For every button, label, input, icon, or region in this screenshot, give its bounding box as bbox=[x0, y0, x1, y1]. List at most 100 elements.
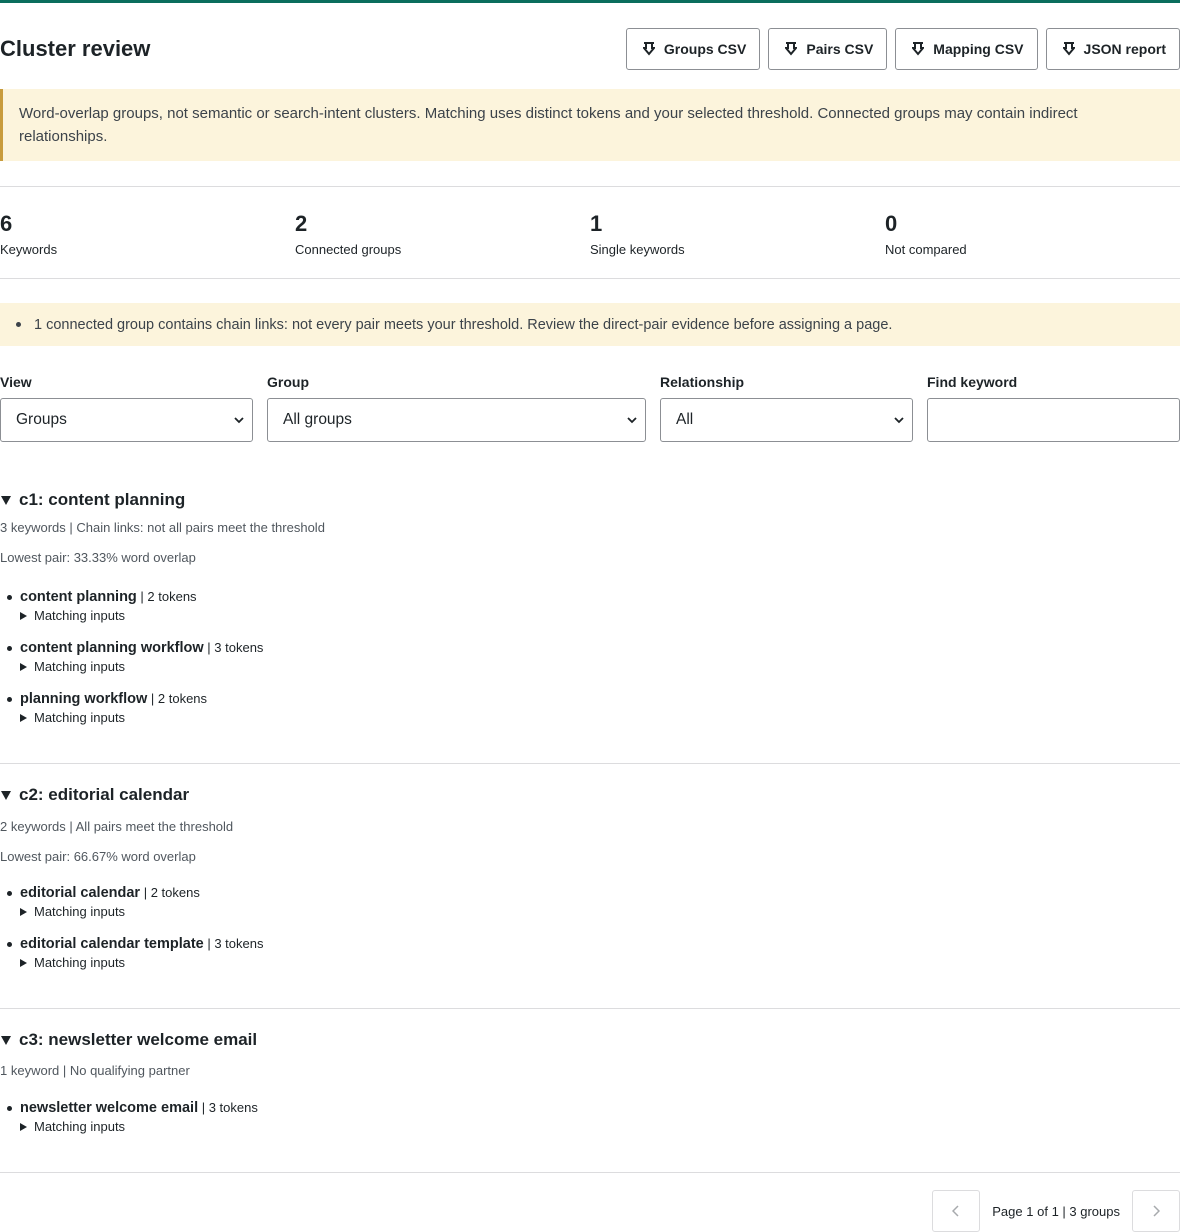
matching-inputs-label: Matching inputs bbox=[34, 710, 126, 725]
keyword-name: planning workflow bbox=[20, 691, 148, 707]
keyword-tokens: 2 tokens bbox=[147, 589, 197, 604]
filter-group: Group All groups bbox=[267, 374, 646, 442]
matching-inputs-label: Matching inputs bbox=[34, 904, 126, 919]
group-label: Group bbox=[267, 374, 309, 390]
filter-relationship: Relationship All bbox=[660, 374, 913, 442]
download-icon bbox=[912, 42, 925, 56]
group-c1: c1: content planning 3 keywords | Chain … bbox=[0, 490, 1180, 750]
group-c3: c3: newsletter welcome email 1 keyword |… bbox=[0, 1030, 1180, 1160]
find-keyword-input[interactable] bbox=[927, 398, 1180, 442]
list-item: newsletter welcome email | 3 tokens Matc… bbox=[0, 1099, 1180, 1150]
group-toggle[interactable]: c1: content planning bbox=[0, 490, 1180, 510]
json-report-label: JSON report bbox=[1083, 41, 1166, 57]
stat-value: 2 bbox=[295, 211, 308, 236]
keyword-name: content planning bbox=[20, 589, 137, 605]
keyword-list: newsletter welcome email | 3 tokens Matc… bbox=[0, 1099, 1180, 1150]
group-title: c2: editorial calendar bbox=[19, 785, 190, 804]
filter-bar: View Groups Group All groups Relationshi… bbox=[0, 374, 1180, 444]
group-select[interactable]: All groups bbox=[267, 398, 646, 442]
next-page-button[interactable] bbox=[1132, 1190, 1180, 1232]
stat-value: 1 bbox=[590, 211, 603, 236]
view-label: View bbox=[0, 374, 32, 390]
json-report-button[interactable]: JSON report bbox=[1045, 28, 1180, 70]
separator: | bbox=[198, 1100, 209, 1115]
stat-label: Connected groups bbox=[295, 242, 402, 257]
page-header: Cluster review Groups CSV Pairs CSV Mapp… bbox=[0, 27, 1180, 71]
mapping-csv-label: Mapping CSV bbox=[933, 41, 1024, 57]
keyword-list: editorial calendar | 2 tokens Matching i… bbox=[0, 884, 1180, 986]
matching-inputs-label: Matching inputs bbox=[34, 955, 126, 970]
matching-inputs-toggle[interactable]: Matching inputs bbox=[20, 1119, 1180, 1134]
stat-not-compared: 0 Not compared bbox=[885, 211, 1180, 257]
mapping-csv-button[interactable]: Mapping CSV bbox=[895, 28, 1038, 70]
stat-connected-groups: 2 Connected groups bbox=[295, 211, 590, 257]
keyword-tokens: 2 tokens bbox=[157, 691, 208, 706]
download-icon bbox=[642, 42, 655, 56]
matching-inputs-toggle[interactable]: Matching inputs bbox=[20, 659, 1180, 674]
caret-right-icon bbox=[20, 907, 27, 916]
relationship-label: Relationship bbox=[660, 374, 745, 390]
page-of: of bbox=[1033, 1203, 1052, 1219]
stat-label: Not compared bbox=[885, 242, 967, 257]
previous-page-button[interactable] bbox=[932, 1190, 981, 1232]
page-prefix: Page bbox=[992, 1203, 1027, 1219]
caret-right-icon bbox=[20, 713, 27, 722]
separator: | bbox=[136, 589, 148, 604]
keyword-name: newsletter welcome email bbox=[20, 1100, 199, 1116]
matching-inputs-toggle[interactable]: Matching inputs bbox=[20, 904, 1180, 919]
caret-down-icon bbox=[1, 790, 11, 800]
view-select[interactable]: Groups bbox=[0, 398, 253, 442]
pairs-csv-button[interactable]: Pairs CSV bbox=[768, 28, 888, 70]
caret-right-icon bbox=[20, 662, 27, 671]
matching-inputs-label: Matching inputs bbox=[34, 1119, 126, 1134]
group-lowest-pair: Lowest pair: 33.33% word overlap bbox=[0, 550, 196, 565]
stat-keywords: 6 Keywords bbox=[0, 211, 295, 257]
matching-inputs-toggle[interactable]: Matching inputs bbox=[20, 608, 1180, 623]
download-icon bbox=[785, 42, 798, 56]
group-toggle[interactable]: c2: editorial calendar bbox=[0, 785, 1180, 805]
groups-csv-label: Groups CSV bbox=[663, 41, 747, 57]
pagination: Page 1 of 1 | 3 groups bbox=[932, 1190, 1180, 1232]
group-toggle[interactable]: c3: newsletter welcome email bbox=[0, 1030, 1180, 1050]
relationship-select[interactable]: All bbox=[660, 398, 913, 442]
group-meta: 1 keyword | No qualifying partner bbox=[0, 1063, 190, 1078]
caret-right-icon bbox=[20, 611, 27, 620]
chevron-right-icon bbox=[1153, 1205, 1160, 1217]
chevron-down-icon bbox=[627, 416, 637, 423]
divider bbox=[0, 278, 1180, 279]
groups-csv-button[interactable]: Groups CSV bbox=[625, 28, 761, 70]
divider bbox=[0, 186, 1180, 187]
divider bbox=[0, 1008, 1180, 1009]
stat-label: Single keywords bbox=[590, 242, 685, 257]
group-title: c3: newsletter welcome email bbox=[19, 1030, 258, 1049]
chevron-down-icon bbox=[234, 416, 244, 423]
view-select-value: Groups bbox=[16, 411, 67, 428]
divider bbox=[0, 763, 1180, 764]
filter-find: Find keyword bbox=[927, 374, 1180, 442]
pairs-csv-label: Pairs CSV bbox=[806, 41, 874, 57]
chevron-down-icon bbox=[894, 416, 904, 423]
separator: | bbox=[147, 691, 158, 706]
list-item: content planning workflow | 3 tokens Mat… bbox=[0, 639, 1180, 690]
list-item: content planning | 2 tokens Matching inp… bbox=[0, 588, 1180, 639]
matching-inputs-toggle[interactable]: Matching inputs bbox=[20, 955, 1180, 970]
find-keyword-label: Find keyword bbox=[927, 374, 1018, 390]
export-toolbar: Groups CSV Pairs CSV Mapping CSV JSON re… bbox=[625, 28, 1180, 70]
bullet-icon bbox=[16, 322, 21, 327]
stat-label: Keywords bbox=[0, 242, 58, 257]
keyword-tokens: 2 tokens bbox=[150, 885, 200, 900]
chevron-left-icon bbox=[952, 1205, 959, 1217]
matching-inputs-toggle[interactable]: Matching inputs bbox=[20, 710, 1180, 725]
keyword-name: editorial calendar template bbox=[20, 936, 204, 952]
caret-right-icon bbox=[20, 958, 27, 967]
separator: | bbox=[203, 640, 215, 655]
group-meta: 2 keywords | All pairs meet the threshol… bbox=[0, 819, 234, 834]
list-item: planning workflow | 2 tokens Matching in… bbox=[0, 690, 1180, 741]
overlap-notice: Word-overlap groups, not semantic or sea… bbox=[0, 89, 1180, 161]
summary-stats: 6 Keywords 2 Connected groups 1 Single k… bbox=[0, 211, 1180, 257]
keyword-name: content planning workflow bbox=[20, 640, 204, 656]
keyword-name: editorial calendar bbox=[20, 885, 141, 901]
stat-value: 0 bbox=[885, 211, 898, 236]
keyword-tokens: 3 tokens bbox=[208, 1100, 258, 1115]
relationship-select-value: All bbox=[676, 411, 694, 428]
